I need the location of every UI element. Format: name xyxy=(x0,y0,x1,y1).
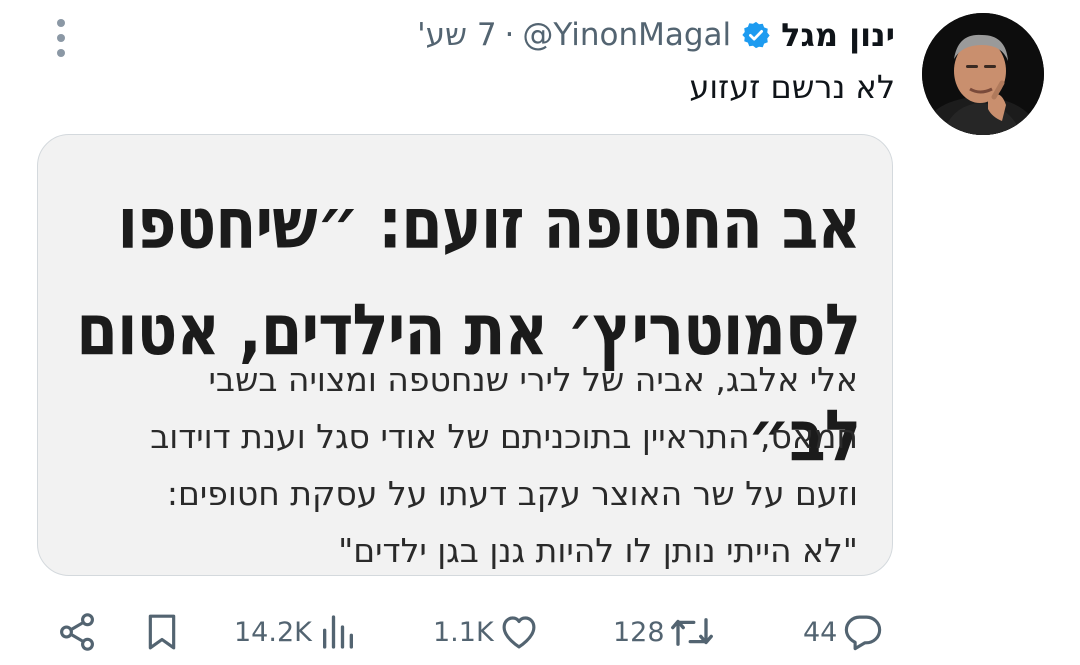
media-body-line: וזעם על שר האוצר עקב דעתו על עסקת חטופים… xyxy=(166,474,858,513)
more-dot-icon xyxy=(57,19,65,27)
media-body-line: חמאס, התראיין בתוכניתם של אודי סגל וענת … xyxy=(150,417,858,456)
media-body-text: אלי אלבג, אביה של לירי שנחטפה ומצויה בשב… xyxy=(58,351,858,575)
media-headline-line: אב החטופה זועם: ״שיחטפו xyxy=(117,182,861,266)
repost-button[interactable]: 128 xyxy=(613,610,715,654)
replies-count: 44 xyxy=(803,616,838,648)
tweet-action-bar: 14.2K 1.1K 128 44 xyxy=(0,600,1080,664)
more-options-button[interactable] xyxy=(46,16,76,60)
tweet-text: לא נרשם זעזוע xyxy=(689,68,895,106)
verified-badge-icon xyxy=(741,20,771,50)
bookmark-icon xyxy=(148,614,176,650)
views-chart-icon xyxy=(322,615,353,649)
avatar-image xyxy=(922,13,1044,135)
more-dot-icon xyxy=(57,34,65,42)
avatar[interactable] xyxy=(922,13,1044,135)
reply-bubble-icon xyxy=(845,615,882,651)
media-body-line: אלי אלבג, אביה של לירי שנחטפה ומצויה בשב… xyxy=(208,360,858,399)
views-count: 14.2K xyxy=(234,616,312,648)
tweet-media-image[interactable]: אב החטופה זועם: ״שיחטפו לסמוטריץ׳ את היל… xyxy=(37,134,893,576)
tweet: ינון מגל @YinonMagal · 7 שע' לא נרשם זעז… xyxy=(0,0,1080,665)
heart-icon xyxy=(502,616,536,649)
media-body-line: "לא הייתי נותן לו להיות גנן בגן ילדים" xyxy=(338,531,858,570)
reply-button[interactable]: 44 xyxy=(803,610,885,654)
header-separator: · xyxy=(504,17,515,53)
display-name[interactable]: ינון מגל xyxy=(781,16,895,54)
share-button[interactable] xyxy=(56,610,98,654)
share-icon xyxy=(60,613,94,651)
more-dot-icon xyxy=(57,49,65,57)
tweet-timestamp[interactable]: 7 שע' xyxy=(417,17,496,53)
repost-icon xyxy=(670,618,713,646)
like-button[interactable]: 1.1K xyxy=(433,610,540,654)
reposts-count: 128 xyxy=(613,616,665,648)
tweet-header: ינון מגל @YinonMagal · 7 שע' xyxy=(417,10,895,60)
views-button[interactable]: 14.2K xyxy=(234,610,358,654)
bookmark-button[interactable] xyxy=(142,610,182,654)
user-handle[interactable]: @YinonMagal xyxy=(522,17,731,53)
likes-count: 1.1K xyxy=(433,616,494,648)
